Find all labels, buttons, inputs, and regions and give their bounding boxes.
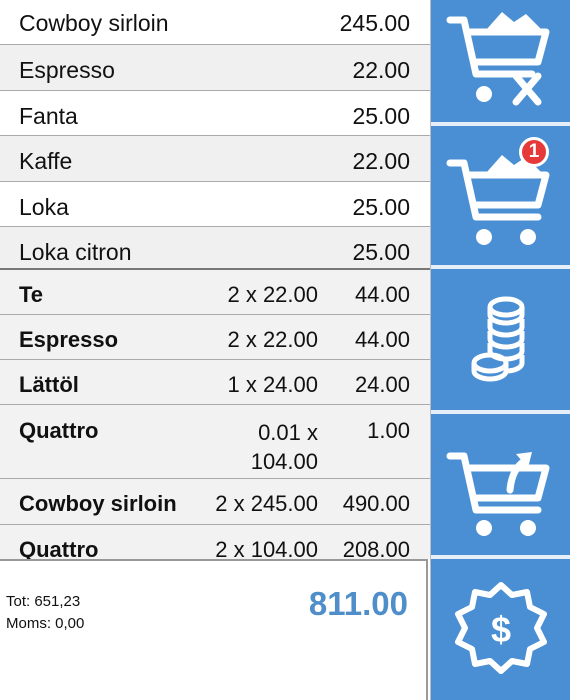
coins-icon xyxy=(471,296,524,381)
action-sidebar: 1 $ xyxy=(431,0,570,700)
order-line-qty: 2 x 245.00 xyxy=(215,491,318,516)
product-price: 245.00 xyxy=(339,10,410,36)
order-line-name: Quattro xyxy=(19,418,99,443)
order-line-name: Lättöl xyxy=(19,372,79,397)
product-row[interactable]: Cowboy sirloin 245.00 xyxy=(0,0,430,45)
order-line-total: 24.00 xyxy=(354,372,410,397)
order-line-total: 44.00 xyxy=(354,282,410,307)
order-line[interactable]: Te 2 x 22.00 44.00 xyxy=(0,270,430,315)
svg-text:$: $ xyxy=(490,609,510,650)
product-name: Espresso xyxy=(19,57,115,83)
order-line[interactable]: Cowboy sirloin 2 x 245.00 490.00 xyxy=(0,479,430,525)
order-line[interactable]: Espresso 2 x 22.00 44.00 xyxy=(0,315,430,360)
product-name: Kaffe xyxy=(19,148,73,174)
return-cart-button[interactable] xyxy=(431,414,570,559)
product-name: Cowboy sirloin xyxy=(19,10,169,36)
order-line-total: 490.00 xyxy=(342,491,410,516)
product-row[interactable]: Kaffe 22.00 xyxy=(0,136,430,182)
product-price: 25.00 xyxy=(352,239,410,265)
cart-count-badge: 1 xyxy=(519,137,549,167)
order-list[interactable]: Te 2 x 22.00 44.00 Espresso 2 x 22.00 44… xyxy=(0,270,430,559)
clear-cart-icon xyxy=(446,12,549,106)
grand-total: 811.00 xyxy=(308,585,408,622)
payment-coins-button[interactable] xyxy=(431,269,570,414)
receipt-panel: Cowboy sirloin 245.00 Espresso 22.00 Fan… xyxy=(0,0,431,700)
order-line[interactable]: Lättöl 1 x 24.00 24.00 xyxy=(0,360,430,405)
order-line-qty: 0.01 x 104.00 xyxy=(250,420,318,474)
order-line-qty: 2 x 22.00 xyxy=(227,327,318,352)
order-line-total: 44.00 xyxy=(354,327,410,352)
payment-icon: $ xyxy=(454,581,547,674)
order-line-total: 1.00 xyxy=(367,418,410,443)
order-line-name: Cowboy sirloin xyxy=(19,491,177,516)
product-row[interactable]: Loka 25.00 xyxy=(0,182,430,227)
clear-cart-button[interactable] xyxy=(431,0,570,126)
cart-button[interactable] xyxy=(431,126,570,269)
totals-panel: Tot: 651,23 Moms: 0,00 811.00 xyxy=(0,559,428,700)
product-name: Fanta xyxy=(19,103,78,129)
order-line-name: Espresso xyxy=(19,327,119,352)
product-row[interactable]: Fanta 25.00 xyxy=(0,91,430,136)
pay-button[interactable]: $ xyxy=(431,559,570,700)
product-row[interactable]: Espresso 22.00 xyxy=(0,45,430,91)
order-line-name: Te xyxy=(19,282,44,307)
vat-text: Moms: 0,00 xyxy=(6,615,85,632)
product-price: 25.00 xyxy=(352,194,410,220)
product-name: Loka citron xyxy=(19,239,132,265)
order-line-qty: 2 x 22.00 xyxy=(227,282,318,307)
product-price: 22.00 xyxy=(352,148,410,174)
product-name: Loka xyxy=(19,194,69,220)
order-line-total: 208.00 xyxy=(342,537,410,559)
product-price: 22.00 xyxy=(352,57,410,83)
return-cart-icon xyxy=(446,451,549,536)
subtotal-text: Tot: 651,23 xyxy=(6,593,81,610)
order-line-qty: 2 x 104.00 xyxy=(215,537,318,559)
product-price: 25.00 xyxy=(352,103,410,129)
order-line[interactable]: Quattro 2 x 104.00 208.00 xyxy=(0,525,430,559)
product-list[interactable]: Cowboy sirloin 245.00 Espresso 22.00 Fan… xyxy=(0,0,430,270)
order-line[interactable]: Quattro 0.01 x 104.00 1.00 xyxy=(0,405,430,479)
order-line-name: Quattro xyxy=(19,537,99,559)
order-line-qty: 1 x 24.00 xyxy=(227,372,318,397)
product-row[interactable]: Loka citron 25.00 xyxy=(0,227,430,268)
